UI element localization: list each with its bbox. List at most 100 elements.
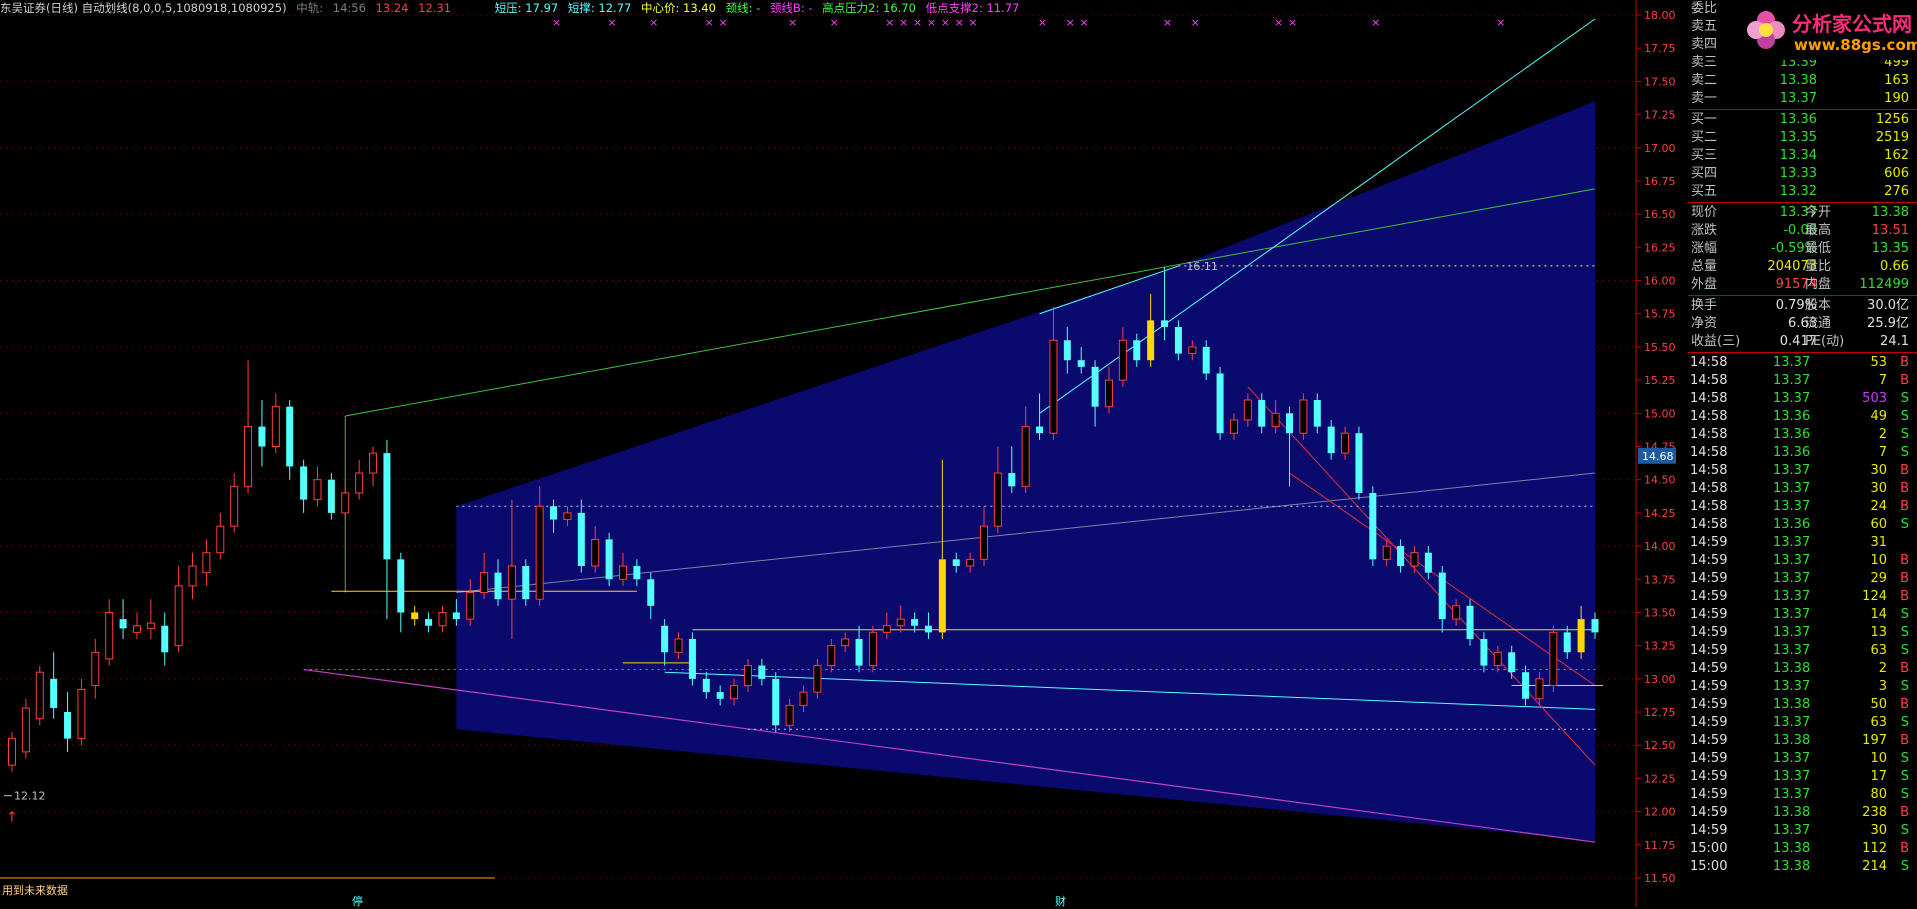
tick-row: 14:59 13.37 3 S [1688, 678, 1917, 696]
tick-price: 13.37 [1773, 391, 1811, 406]
buy-row[interactable]: 买二 13.35 2519 [1688, 129, 1917, 147]
tick-price: 13.37 [1773, 463, 1811, 478]
buy-row[interactable]: 买一 13.36 1256 [1688, 111, 1917, 129]
axis-tick-label: 17.00 [1644, 142, 1676, 155]
candle-body-up [1118, 339, 1127, 381]
candle-body-up [1410, 552, 1419, 567]
signal-x-mark: × [955, 16, 964, 29]
stat-label: 总量 [1691, 259, 1718, 274]
tick-volume: 214 [1862, 859, 1887, 874]
separator [1688, 352, 1917, 353]
tick-side: S [1900, 787, 1909, 802]
sell-row[interactable]: 卖二 13.38 163 [1688, 72, 1917, 90]
signal-x-mark: × [1038, 16, 1047, 29]
stat-label: 涨幅 [1691, 241, 1718, 256]
tick-row: 15:00 13.38 112 B [1688, 840, 1917, 858]
buy-row[interactable]: 买三 13.34 162 [1688, 147, 1917, 165]
sell-label: 卖三 [1691, 55, 1718, 70]
axis-tick-label: 13.50 [1644, 606, 1676, 619]
axis-tick-label: 17.25 [1644, 109, 1676, 122]
candle-body-up [438, 611, 447, 627]
candle-body-up [91, 651, 100, 686]
candle-body-up [730, 684, 739, 700]
tick-row: 14:59 13.38 2 B [1688, 660, 1917, 678]
candle-body [550, 506, 558, 520]
candle-body [855, 639, 863, 666]
sell-row[interactable]: 卖一 13.37 190 [1688, 90, 1917, 108]
candle-body [50, 678, 58, 709]
buy-volume: 276 [1884, 184, 1909, 199]
header-val-a: 13.24 [375, 1, 409, 15]
separator [1688, 202, 1917, 203]
sell-price: 13.37 [1779, 91, 1817, 106]
candle-body-up [146, 622, 155, 629]
tick-time: 14:58 [1690, 481, 1728, 496]
candle-body-up [896, 618, 905, 627]
candle-body-up [1452, 605, 1461, 620]
candle-body [494, 572, 502, 600]
candle-body [647, 579, 655, 606]
candle-body [161, 625, 169, 653]
neckline: 颈线: - [725, 1, 761, 15]
tick-side: B [1900, 697, 1909, 712]
candle-body-up [993, 472, 1002, 527]
tick-side: B [1900, 805, 1909, 820]
tick-time: 14:58 [1690, 391, 1728, 406]
separator [1688, 295, 1917, 296]
current-price-tag: 14.68 [1642, 450, 1674, 463]
sell-price: 13.38 [1779, 73, 1817, 88]
candle-body [397, 559, 405, 613]
candle-body [1313, 400, 1321, 427]
tick-price: 13.37 [1773, 481, 1811, 496]
tick-time: 14:58 [1690, 463, 1728, 478]
tick-time: 14:58 [1690, 373, 1728, 388]
stat-label-2: 量比 [1805, 259, 1832, 274]
low-support: 低点支撑2: 11.77 [925, 1, 1020, 15]
axis-tick-label: 14.25 [1644, 507, 1676, 520]
tick-volume: 80 [1870, 787, 1887, 802]
tick-volume: 197 [1862, 733, 1887, 748]
candle-body-up [1341, 432, 1350, 454]
fundamental-row: 净资 6.63 流通 25.9亿 [1688, 315, 1917, 333]
axis-tick-label: 16.50 [1644, 208, 1676, 221]
tick-price: 13.37 [1773, 589, 1811, 604]
kline-chart[interactable]: 18.00 17.75 17.50 17.25 17.00 16.75 16.50 16.25… [0, 0, 1688, 907]
tick-row: 14:58 13.37 30 B [1688, 480, 1917, 498]
tick-row: 14:58 13.36 60 S [1688, 516, 1917, 534]
fund-label: 净资 [1691, 316, 1718, 331]
tick-price: 13.38 [1773, 841, 1811, 856]
tick-time: 14:58 [1690, 445, 1728, 460]
tick-price: 13.37 [1773, 553, 1811, 568]
tick-volume: 7 [1878, 445, 1887, 460]
candle-body-up [1243, 399, 1252, 421]
fund-label-2: 股本 [1805, 298, 1832, 313]
axis-tick-label: 14.50 [1644, 474, 1676, 487]
tick-row: 14:59 13.38 238 B [1688, 804, 1917, 822]
separator [1688, 109, 1917, 110]
candle-body [425, 619, 433, 626]
tick-volume: 63 [1870, 643, 1887, 658]
sell-label: 卖二 [1691, 73, 1718, 88]
tick-row: 14:58 13.36 2 S [1688, 426, 1917, 444]
tick-time: 14:59 [1690, 751, 1728, 766]
buy-row[interactable]: 买五 13.32 276 [1688, 183, 1917, 201]
tick-row: 14:59 13.37 14 S [1688, 606, 1917, 624]
axis-tick-label: 14.00 [1644, 540, 1676, 553]
buy-row[interactable]: 买四 13.33 606 [1688, 165, 1917, 183]
tick-price: 13.37 [1773, 625, 1811, 640]
tick-price: 13.38 [1773, 733, 1811, 748]
tick-side: S [1900, 679, 1909, 694]
tick-price: 13.36 [1773, 427, 1811, 442]
buy-price: 13.34 [1779, 148, 1817, 163]
tick-time: 14:59 [1690, 553, 1728, 568]
tick-time: 14:58 [1690, 499, 1728, 514]
signal-x-mark: × [830, 16, 839, 29]
signal-x-mark: × [1496, 16, 1505, 29]
tick-price: 13.36 [1773, 409, 1811, 424]
candle-body [1522, 672, 1530, 699]
tick-price: 13.37 [1773, 769, 1811, 784]
site-logo: 分析家公式网 www.88gs.com [1742, 2, 1917, 60]
axis-tick-label: 12.00 [1644, 806, 1676, 819]
stat-label: 外盘 [1691, 277, 1718, 292]
stat-value-2: 112499 [1859, 277, 1909, 292]
